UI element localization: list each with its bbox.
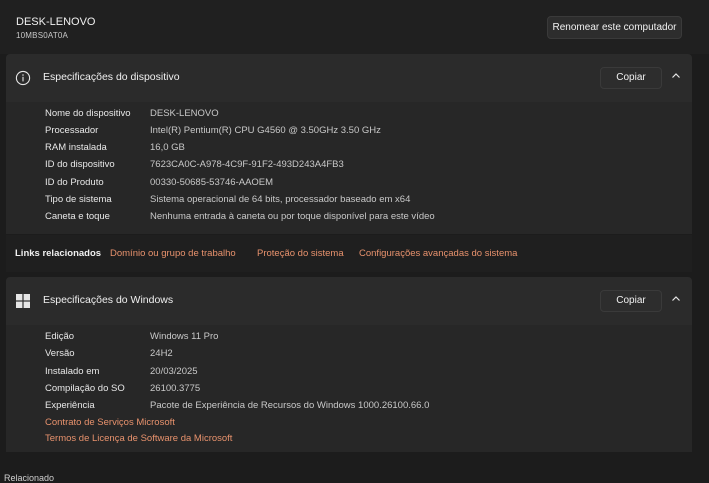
spec-label: Edição (45, 331, 75, 342)
windows-specs-title: Especificações do Windows (43, 294, 174, 306)
advanced-system-settings-link[interactable]: Configurações avançadas do sistema (359, 248, 517, 259)
device-specs-title: Especificações do dispositivo (43, 71, 180, 83)
copy-windows-specs-button[interactable]: Copiar (600, 290, 662, 312)
spec-value: 16,0 GB (150, 142, 185, 153)
spec-label: Tipo de sistema (45, 194, 112, 205)
microsoft-software-license-link[interactable]: Termos de Licença de Software da Microso… (45, 433, 232, 444)
windows-logo-icon (16, 294, 30, 308)
spec-label: Processador (45, 125, 99, 136)
spec-label: ID do Produto (45, 177, 104, 188)
spec-label: Nome do dispositivo (45, 108, 131, 119)
info-icon (15, 70, 31, 86)
windows-specs-body: Edição Windows 11 Pro Versão 24H2 Instal… (6, 325, 692, 452)
rename-computer-button[interactable]: Renomear este computador (547, 16, 682, 39)
microsoft-services-agreement-link[interactable]: Contrato de Serviços Microsoft (45, 417, 175, 428)
spec-label: Experiência (45, 400, 95, 411)
spec-value: Pacote de Experiência de Recursos do Win… (150, 400, 430, 411)
spec-label: Caneta e toque (45, 211, 110, 222)
system-protection-link[interactable]: Proteção do sistema (257, 248, 344, 259)
pc-header: DESK-LENOVO 10MBS0AT0A Renomear este com… (0, 0, 709, 54)
spec-value: Intel(R) Pentium(R) CPU G4560 @ 3.50GHz … (150, 125, 381, 136)
spec-value: 20/03/2025 (150, 366, 198, 377)
spec-value: 24H2 (150, 348, 173, 359)
pc-model: 10MBS0AT0A (16, 31, 69, 40)
windows-specs-header[interactable]: Especificações do Windows Copiar (6, 277, 692, 325)
spec-value: Nenhuma entrada à caneta ou por toque di… (150, 211, 435, 222)
spec-label: Compilação do SO (45, 383, 125, 394)
spec-value: 7623CA0C-A978-4C9F-91F2-493D243A4FB3 (150, 159, 344, 170)
spec-label: RAM instalada (45, 142, 107, 153)
copy-device-specs-button[interactable]: Copiar (600, 67, 662, 89)
spec-label: Instalado em (45, 366, 100, 377)
spec-value: DESK-LENOVO (150, 108, 219, 119)
related-links-title: Links relacionados (15, 248, 102, 259)
spec-value: Sistema operacional de 64 bits, processa… (150, 194, 411, 205)
device-specs-body: Nome do dispositivo DESK-LENOVO Processa… (6, 102, 692, 234)
domain-workgroup-link[interactable]: Domínio ou grupo de trabalho (110, 248, 236, 259)
spec-value: Windows 11 Pro (150, 331, 219, 342)
device-specs-header[interactable]: Especificações do dispositivo Copiar (6, 54, 692, 102)
spec-value: 26100.3775 (150, 383, 201, 394)
spec-value: 00330-50685-53746-AAOEM (150, 177, 274, 188)
related-section-title: Relacionado (4, 473, 55, 483)
pc-name: DESK-LENOVO (16, 16, 96, 28)
spec-label: Versão (45, 348, 75, 359)
spec-label: ID do dispositivo (45, 159, 115, 170)
chevron-up-icon[interactable] (670, 70, 682, 82)
related-links-bar: Links relacionados Domínio ou grupo de t… (6, 235, 692, 272)
chevron-up-icon[interactable] (670, 293, 682, 305)
